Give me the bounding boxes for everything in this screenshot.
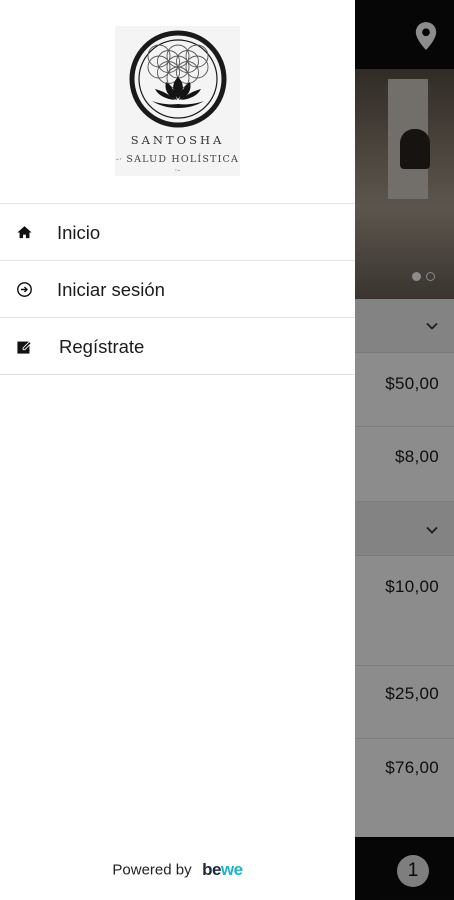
menu-item-label: Inicio: [57, 222, 101, 243]
logo-subtitle: -· SALUD HOLÍSTICA ·-: [115, 154, 240, 176]
drawer-menu: Inicio Iniciar sesión Regístrate: [0, 203, 355, 375]
register-icon: [17, 340, 32, 354]
menu-item-registrate[interactable]: Regístrate: [0, 318, 355, 375]
brand-prefix: be: [202, 860, 221, 879]
lotus-mandala-icon: [129, 30, 227, 128]
logo-subtitle-text: SALUD HOLÍSTICA: [126, 154, 240, 165]
logo-name: SANTOSHA: [130, 133, 225, 147]
powered-by-text: Powered by: [112, 861, 192, 879]
bewe-logo: bewe: [202, 860, 243, 879]
menu-item-inicio[interactable]: Inicio: [0, 204, 355, 261]
navigation-drawer: SANTOSHA -· SALUD HOLÍSTICA ·- Inicio In…: [0, 0, 355, 900]
brand-accent: we: [220, 860, 243, 879]
studio-logo: SANTOSHA -· SALUD HOLÍSTICA ·-: [115, 26, 240, 176]
login-icon: [17, 282, 32, 297]
menu-item-iniciar-sesion[interactable]: Iniciar sesión: [0, 261, 355, 318]
powered-by-footer[interactable]: Powered by bewe: [0, 860, 355, 880]
menu-item-label: Regístrate: [59, 336, 145, 357]
menu-item-label: Iniciar sesión: [57, 279, 165, 300]
home-icon: [17, 226, 32, 239]
